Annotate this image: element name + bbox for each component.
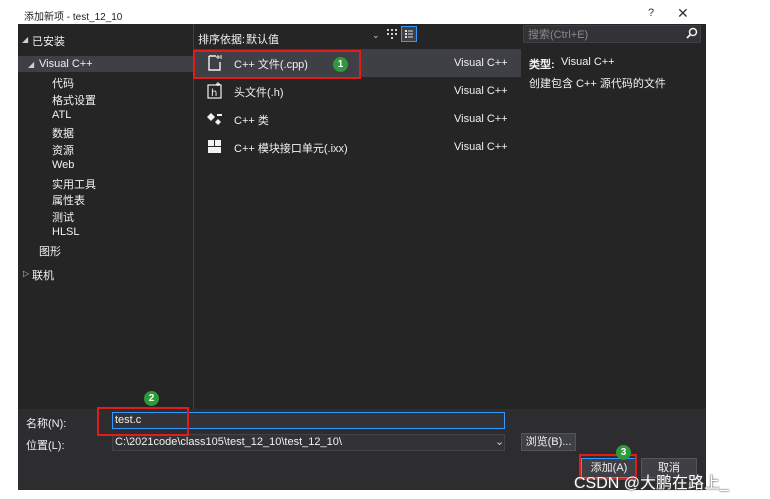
search-placeholder: 搜索(Ctrl+E): [528, 29, 589, 41]
annotation-highlight-name: [97, 407, 189, 436]
template-list-panel: 排序依据: 默认值 ⌄ C++ 文件(.cpp) Visual C++ h 头文…: [193, 24, 522, 409]
template-language: Visual C++: [454, 57, 508, 69]
small-icons-view-icon[interactable]: [387, 29, 397, 42]
template-item-header-file[interactable]: h 头文件(.h) Visual C++: [194, 77, 521, 105]
template-language: Visual C++: [454, 141, 508, 153]
template-name: 头文件(.h): [234, 87, 284, 99]
sort-label: 排序依据:: [198, 34, 246, 46]
type-value: Visual C++: [561, 56, 615, 68]
tree-item-test[interactable]: 测试: [52, 209, 74, 225]
chevron-down-icon[interactable]: ⌄: [372, 30, 380, 41]
dropdown-arrow-icon[interactable]: ⌄: [495, 435, 504, 449]
template-language: Visual C++: [454, 113, 508, 125]
tree-item-visual-cpp[interactable]: Visual C++: [39, 58, 93, 70]
template-item-cpp-class[interactable]: C++ 类 Visual C++: [194, 105, 521, 133]
template-name: C++ 类: [234, 115, 269, 127]
class-icon: [206, 110, 224, 128]
search-icon[interactable]: [686, 27, 698, 43]
template-language: Visual C++: [454, 85, 508, 97]
tree-item-property-sheets[interactable]: 属性表: [52, 192, 85, 208]
expand-triangle-icon[interactable]: ◢: [22, 35, 28, 44]
details-panel: 搜索(Ctrl+E) 类型: Visual C++ 创建包含 C++ 源代码的文…: [521, 24, 706, 409]
sort-dropdown[interactable]: 默认值: [246, 31, 279, 47]
location-dropdown[interactable]: C:\2021code\class105\test_12_10\test_12_…: [112, 434, 505, 451]
tree-item-graphics[interactable]: 图形: [39, 243, 61, 259]
tree-item-data[interactable]: 数据: [52, 125, 74, 141]
type-label: 类型:: [529, 59, 555, 71]
location-label: 位置(L):: [26, 440, 65, 452]
search-box[interactable]: 搜索(Ctrl+E): [523, 25, 701, 43]
close-button[interactable]: ✕: [677, 5, 689, 22]
tree-item-installed[interactable]: 已安装: [32, 33, 65, 49]
list-view-icon[interactable]: [401, 26, 417, 42]
title-bar: 添加新项 - test_12_10 ? ✕: [18, 4, 706, 24]
annotation-badge-3: 3: [616, 445, 631, 460]
template-name: C++ 模块接口单元(.ixx): [234, 143, 348, 155]
sort-toolbar: 排序依据: 默认值 ⌄: [194, 24, 521, 46]
svg-text:h: h: [211, 88, 217, 99]
template-item-module-interface[interactable]: C++ 模块接口单元(.ixx) Visual C++: [194, 133, 521, 161]
tree-item-resource[interactable]: 资源: [52, 142, 74, 158]
category-tree: ◢ 已安装 ◢ Visual C++ 代码 格式设置 ATL 数据 资源 Web…: [18, 24, 193, 409]
name-label: 名称(N):: [26, 418, 67, 430]
tree-item-formatting[interactable]: 格式设置: [52, 92, 96, 108]
tree-item-utility[interactable]: 实用工具: [52, 176, 96, 192]
tree-item-code[interactable]: 代码: [52, 75, 74, 91]
window-title: 添加新项 - test_12_10: [24, 12, 123, 23]
header-file-icon: h: [206, 82, 224, 100]
watermark: CSDN @大鹏在路上_: [574, 475, 729, 492]
help-button[interactable]: ?: [648, 7, 654, 19]
collapsed-triangle-icon[interactable]: ▷: [23, 269, 29, 278]
annotation-badge-2: 2: [144, 391, 159, 406]
tree-item-hlsl[interactable]: HLSL: [52, 226, 80, 238]
expand-triangle-icon[interactable]: ◢: [28, 60, 34, 69]
location-value: C:\2021code\class105\test_12_10\test_12_…: [115, 436, 342, 448]
annotation-badge-1: 1: [333, 57, 348, 72]
tree-item-atl[interactable]: ATL: [52, 109, 71, 121]
template-description: 创建包含 C++ 源代码的文件: [529, 78, 666, 90]
tree-item-online[interactable]: 联机: [32, 267, 54, 283]
browse-button[interactable]: 浏览(B)...: [521, 433, 576, 451]
module-icon: [206, 138, 224, 156]
tree-item-web[interactable]: Web: [52, 159, 74, 171]
